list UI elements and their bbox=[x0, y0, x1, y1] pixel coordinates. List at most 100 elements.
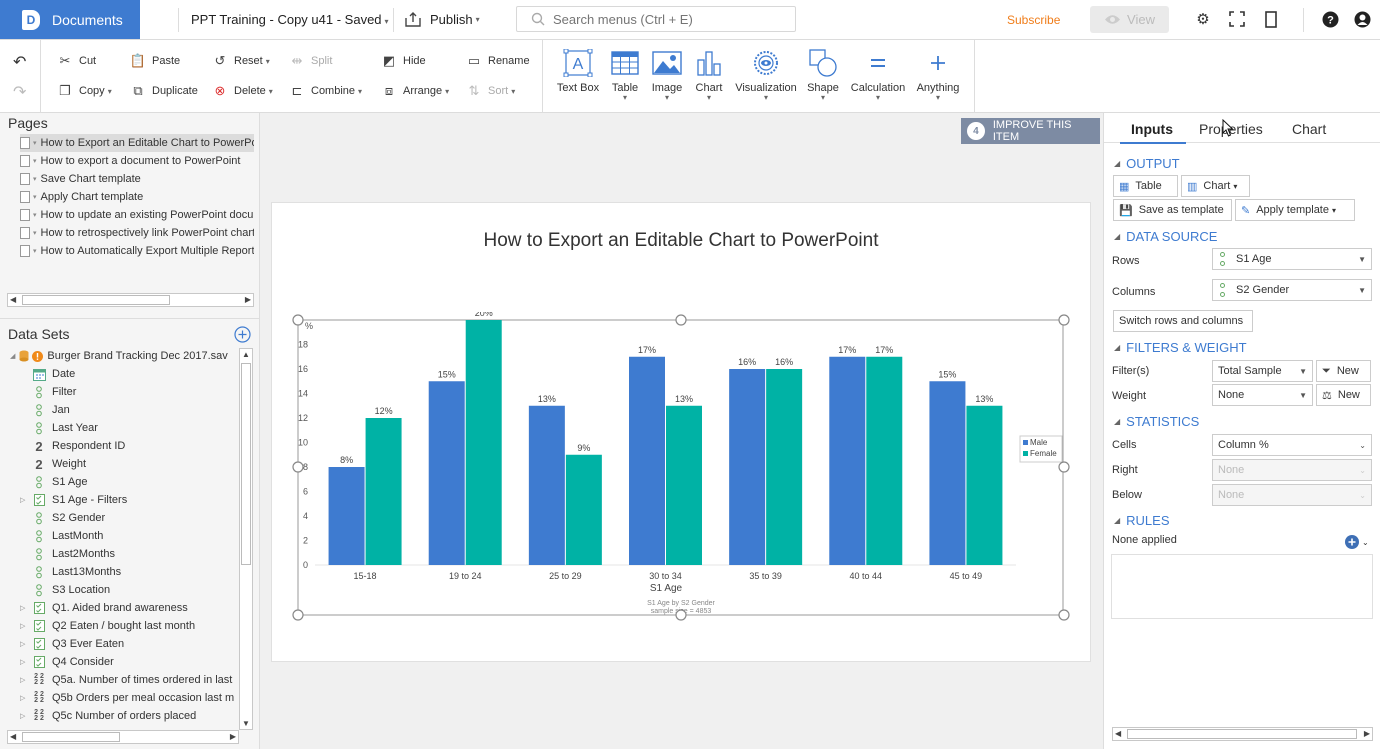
scroll-thumb[interactable] bbox=[1127, 729, 1357, 739]
data-set-variable[interactable]: ▷ 2 22 2 Q5a. Number of times ordered in l… bbox=[20, 671, 240, 689]
chart-button[interactable]: Chart ▾ bbox=[692, 48, 726, 102]
tab-inputs[interactable]: Inputs bbox=[1131, 121, 1173, 137]
scroll-up-arrow-icon[interactable]: ▲ bbox=[242, 350, 250, 359]
page-item[interactable]: ▾ How to Automatically Export Multiple Re… bbox=[20, 242, 254, 260]
scroll-down-arrow-icon[interactable]: ▼ bbox=[242, 719, 250, 728]
expand-arrow-icon[interactable]: ▷ bbox=[20, 694, 28, 702]
output-table-button[interactable]: ▦ Table bbox=[1113, 175, 1178, 197]
chevron-down-icon[interactable]: ▾ bbox=[33, 139, 37, 147]
publish-menu[interactable]: Publish ▾ bbox=[405, 12, 480, 27]
fullscreen-icon[interactable] bbox=[1228, 11, 1246, 29]
bar-chart[interactable]: 0 2 4 6 8 10 12 14 16 18% 8% 12% 15-18 15% 20% 19 to 24… bbox=[290, 312, 1080, 624]
data-set-variable[interactable]: Last Year bbox=[20, 419, 240, 437]
undo-icon[interactable]: ↶ bbox=[13, 52, 26, 72]
scroll-left-arrow-icon[interactable]: ◀ bbox=[10, 295, 16, 304]
resize-handle[interactable] bbox=[1058, 609, 1070, 621]
switch-rows-columns-button[interactable]: Switch rows and columns bbox=[1113, 310, 1253, 332]
expand-arrow-icon[interactable]: ▷ bbox=[20, 640, 28, 648]
data-set-variable[interactable]: ▷ 2 22 2 Q5c Number of orders placed bbox=[20, 707, 240, 725]
add-rule-button[interactable]: ⌄ bbox=[1345, 535, 1369, 549]
expand-arrow-icon[interactable]: ▷ bbox=[20, 712, 28, 720]
expand-arrow-icon[interactable]: ▷ bbox=[20, 496, 28, 504]
data-set-variable[interactable]: Jan bbox=[20, 401, 240, 419]
pages-horizontal-scrollbar[interactable]: ◀ ▶ bbox=[7, 293, 254, 307]
visualization-button[interactable]: Visualization ▾ bbox=[734, 48, 798, 102]
columns-select[interactable]: S2 Gender ▼ bbox=[1212, 279, 1372, 301]
data-set-variable[interactable]: Date bbox=[20, 365, 240, 383]
chevron-down-icon[interactable]: ▾ bbox=[33, 175, 37, 183]
scroll-left-arrow-icon[interactable]: ◀ bbox=[1115, 729, 1121, 738]
expand-arrow-icon[interactable]: ▷ bbox=[20, 604, 28, 612]
data-set-variable[interactable]: S2 Gender bbox=[20, 509, 240, 527]
documents-button[interactable]: D Documents bbox=[0, 0, 140, 39]
rename-button[interactable]: ▭ Rename bbox=[466, 51, 530, 71]
data-set-file[interactable]: ◢ Burger Brand Tracking Dec 2017.sav bbox=[10, 347, 238, 365]
improve-this-item-button[interactable]: 4 IMPROVE THIS ITEM bbox=[961, 118, 1100, 144]
resize-handle[interactable] bbox=[1058, 461, 1070, 473]
text-box-button[interactable]: A Text Box bbox=[556, 48, 600, 94]
chevron-down-icon[interactable]: ▾ bbox=[33, 193, 37, 201]
rows-select[interactable]: S1 Age ▼ bbox=[1212, 248, 1372, 270]
gear-icon[interactable]: ⚙ bbox=[1194, 11, 1212, 29]
combine-button[interactable]: ⊏ Combine ▾ bbox=[289, 81, 363, 101]
data-set-variable[interactable]: Filter bbox=[20, 383, 240, 401]
scroll-thumb[interactable] bbox=[241, 363, 251, 565]
page-item[interactable]: ▾ Save Chart template bbox=[20, 170, 254, 188]
data-sets-horizontal-scrollbar[interactable]: ◀ ▶ bbox=[7, 730, 239, 744]
new-weight-button[interactable]: ⚖ New bbox=[1316, 384, 1371, 406]
chevron-down-icon[interactable]: ▾ bbox=[33, 229, 37, 237]
page-item[interactable]: ▾ Apply Chart template bbox=[20, 188, 254, 206]
copy-button[interactable]: ❐ Copy ▾ bbox=[57, 81, 112, 101]
data-set-variable[interactable]: S3 Location bbox=[20, 581, 240, 599]
shape-button[interactable]: Shape ▾ bbox=[806, 48, 840, 102]
search-menus[interactable] bbox=[516, 6, 796, 32]
filters-select[interactable]: Total Sample ▼ bbox=[1212, 360, 1313, 382]
table-button[interactable]: Table ▾ bbox=[608, 48, 642, 102]
data-set-variable[interactable]: ▷ 2 22 2 Q5b Orders per meal occasion last… bbox=[20, 689, 240, 707]
data-set-variable[interactable]: 2 Respondent ID bbox=[20, 437, 240, 455]
data-set-variable[interactable]: ▷ S1 Age - Filters bbox=[20, 491, 240, 509]
rules-list[interactable] bbox=[1111, 554, 1373, 619]
help-icon[interactable]: ? bbox=[1321, 11, 1339, 29]
subscribe-link[interactable]: Subscribe bbox=[1007, 13, 1060, 27]
resize-handle[interactable] bbox=[292, 461, 304, 473]
image-button[interactable]: Image ▾ bbox=[650, 48, 684, 102]
resize-handle[interactable] bbox=[292, 314, 304, 326]
data-set-variable[interactable]: ▷ Q1. Aided brand awareness bbox=[20, 599, 240, 617]
collapse-icon[interactable]: ◢ bbox=[10, 352, 15, 360]
right-panel-horizontal-scrollbar[interactable]: ◀ ▶ bbox=[1112, 727, 1373, 741]
scroll-right-arrow-icon[interactable]: ▶ bbox=[1364, 729, 1370, 738]
apply-template-button[interactable]: ✎ Apply template ▾ bbox=[1235, 199, 1355, 221]
hide-button[interactable]: ◩ Hide bbox=[381, 51, 426, 71]
expand-arrow-icon[interactable]: ▷ bbox=[20, 658, 28, 666]
duplicate-button[interactable]: ⧉ Duplicate bbox=[130, 81, 198, 101]
data-set-variable[interactable]: Last13Months bbox=[20, 563, 240, 581]
page-item[interactable]: ▾ How to Export an Editable Chart to Powe… bbox=[20, 134, 254, 152]
save-as-template-button[interactable]: 💾 Save as template bbox=[1113, 199, 1232, 221]
rules-section[interactable]: ◢ RULES bbox=[1114, 513, 1170, 528]
data-set-variable[interactable]: ▷ Q4 Consider bbox=[20, 653, 240, 671]
reset-button[interactable]: ↺ Reset ▾ bbox=[212, 51, 270, 71]
arrange-button[interactable]: ⧈ Arrange ▾ bbox=[381, 81, 449, 101]
cells-select[interactable]: Column % ⌄ bbox=[1212, 434, 1372, 456]
scroll-thumb[interactable] bbox=[22, 295, 170, 305]
chevron-down-icon[interactable]: ▾ bbox=[33, 247, 37, 255]
data-set-variable[interactable]: S1 Age bbox=[20, 473, 240, 491]
filters-weight-section[interactable]: ◢ FILTERS & WEIGHT bbox=[1114, 340, 1247, 355]
page-item[interactable]: ▾ How to update an existing PowerPoint do… bbox=[20, 206, 254, 224]
page-title[interactable]: How to Export an Editable Chart to Power… bbox=[271, 230, 1091, 252]
scroll-right-arrow-icon[interactable]: ▶ bbox=[245, 295, 251, 304]
calculation-button[interactable]: Calculation ▾ bbox=[848, 48, 908, 102]
page-item[interactable]: ▾ How to retrospectively link PowerPoint … bbox=[20, 224, 254, 242]
paste-button[interactable]: 📋 Paste bbox=[130, 51, 180, 71]
scroll-thumb[interactable] bbox=[22, 732, 120, 742]
data-set-variable[interactable]: Last2Months bbox=[20, 545, 240, 563]
add-data-set-icon[interactable] bbox=[234, 326, 251, 346]
resize-handle[interactable] bbox=[675, 314, 687, 326]
chevron-down-icon[interactable]: ▾ bbox=[33, 157, 37, 165]
new-filter-button[interactable]: ⏷ New bbox=[1316, 360, 1371, 382]
expand-arrow-icon[interactable]: ▷ bbox=[20, 622, 28, 630]
chevron-down-icon[interactable]: ▾ bbox=[33, 211, 37, 219]
resize-handle[interactable] bbox=[292, 609, 304, 621]
document-title-menu[interactable]: PPT Training - Copy u41 - Saved ▾ bbox=[191, 12, 389, 27]
